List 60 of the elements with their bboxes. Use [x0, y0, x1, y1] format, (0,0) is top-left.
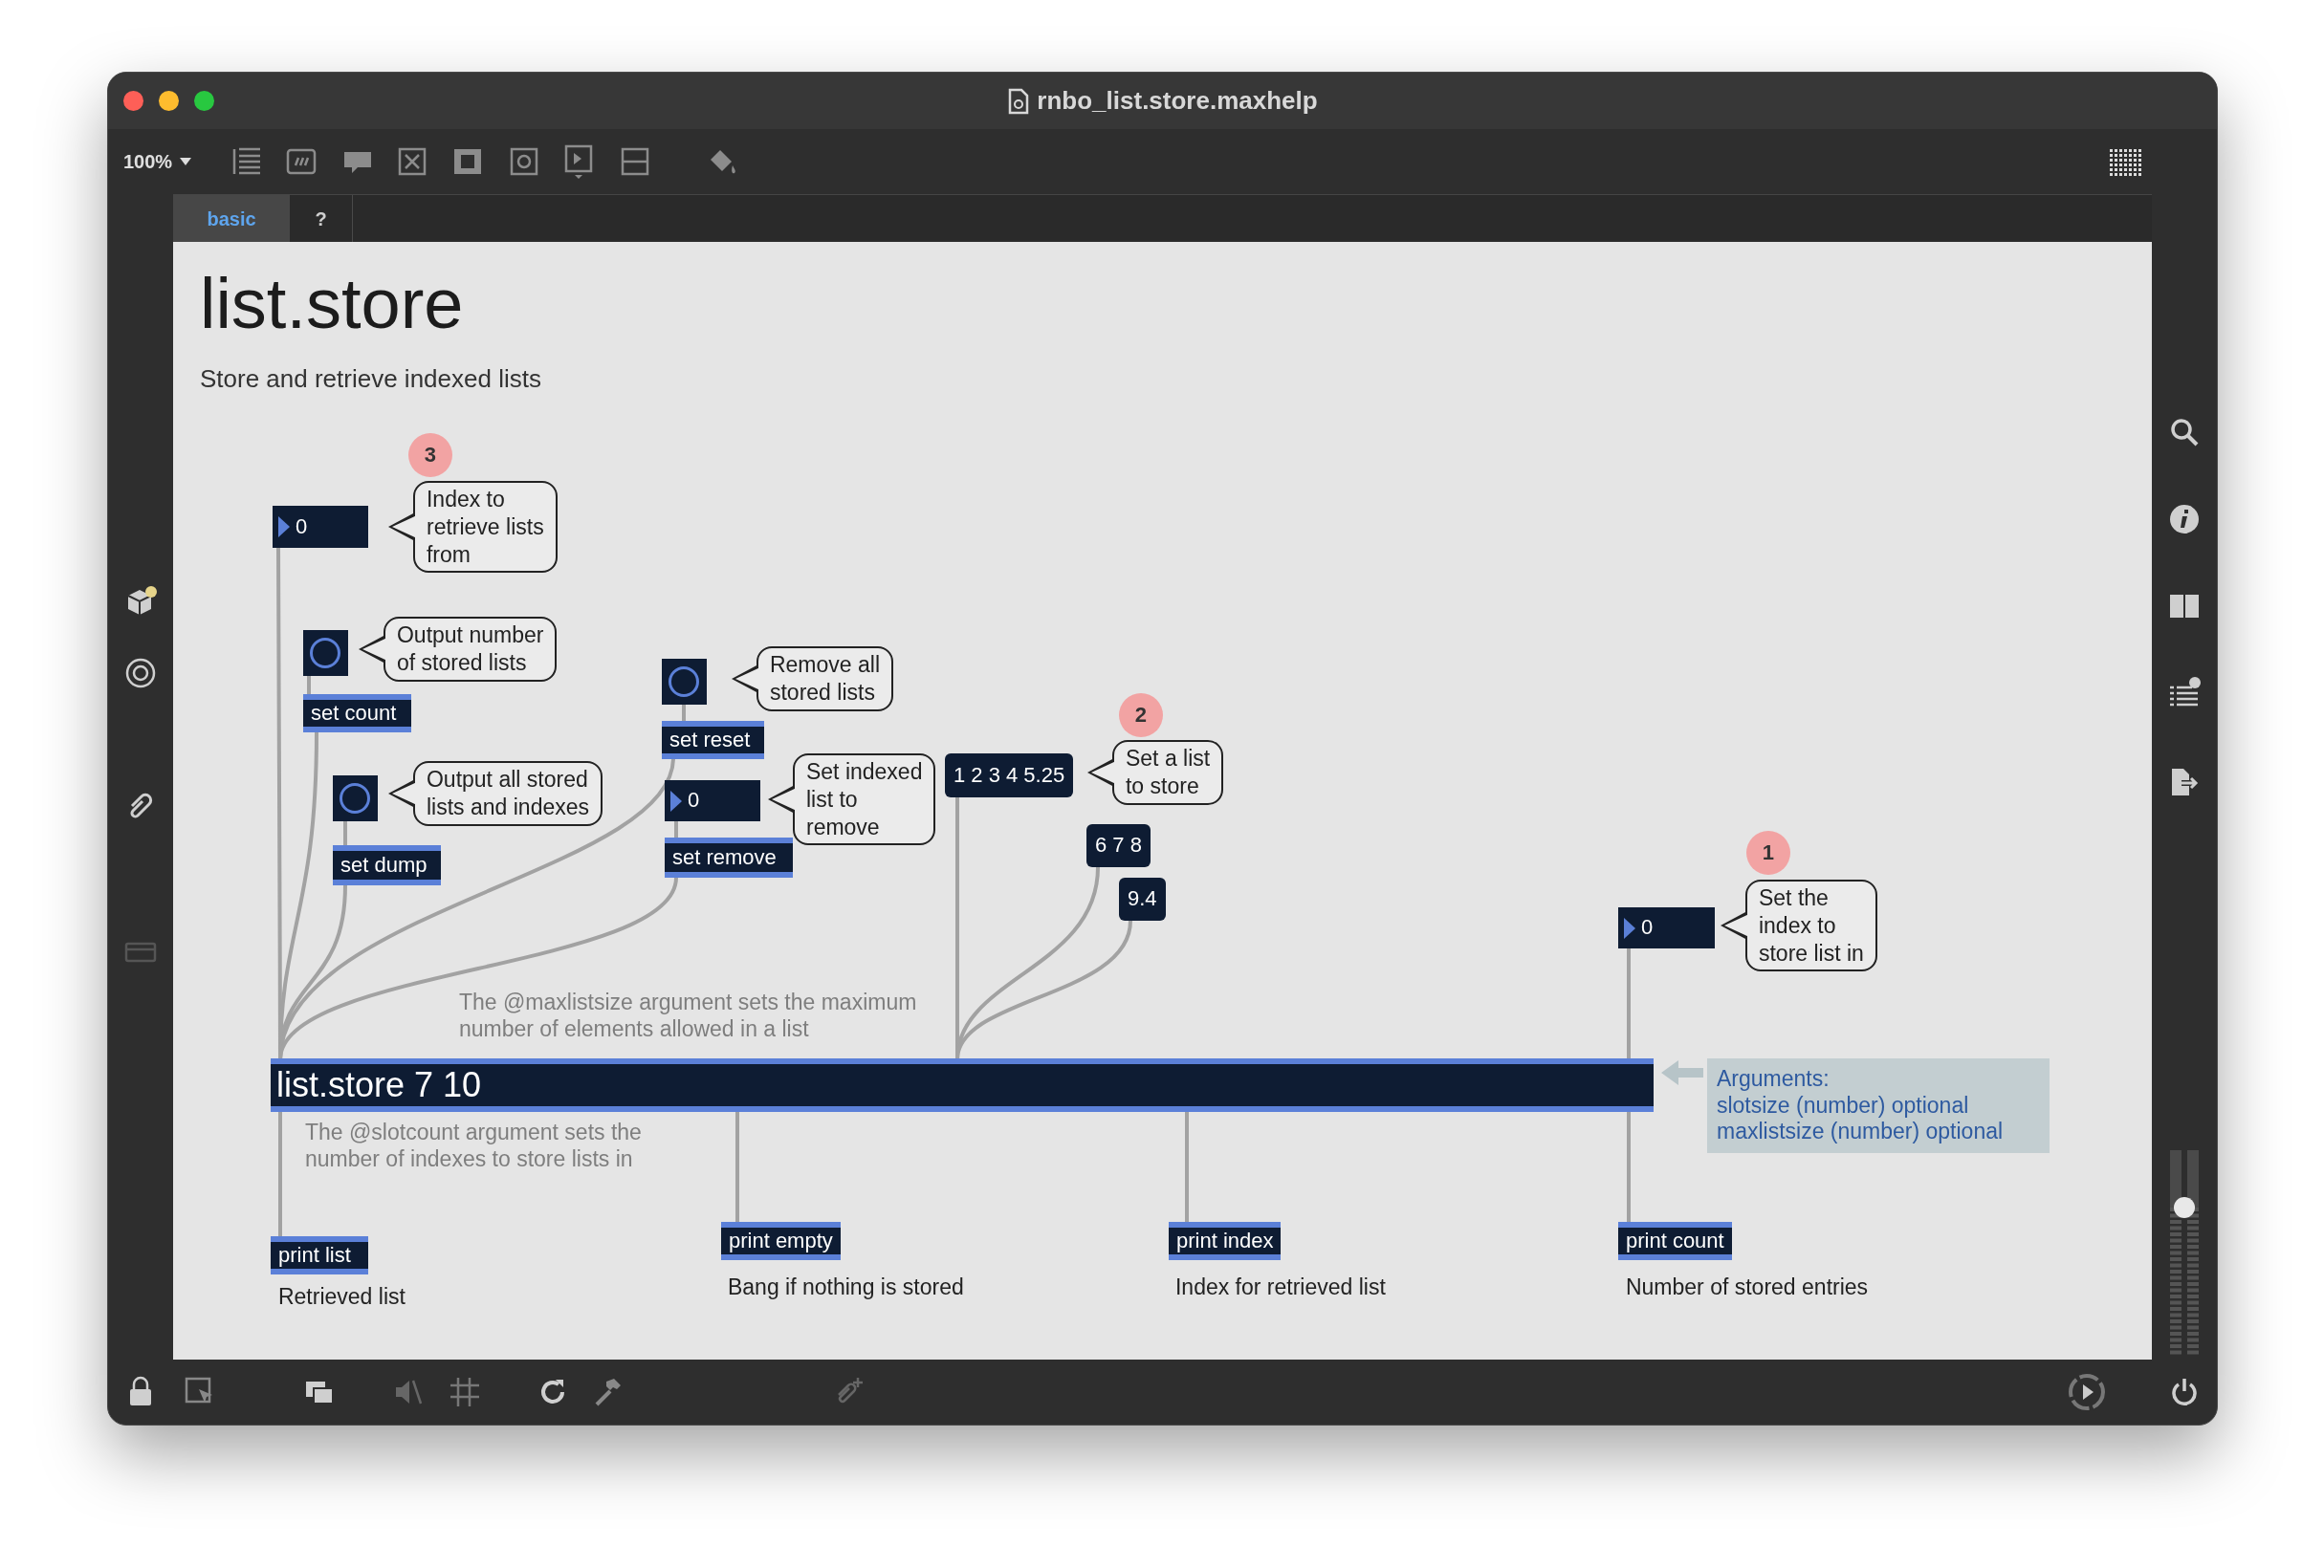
close-button[interactable]	[123, 91, 143, 111]
callout: Set the index to store list in	[1720, 880, 1877, 972]
patcher-object[interactable]: print list	[270, 1236, 368, 1274]
number-box[interactable]: 0	[664, 780, 760, 821]
message-icon[interactable]	[286, 146, 318, 177]
patcher-object[interactable]: set remove	[664, 838, 793, 878]
target-icon[interactable]	[124, 657, 157, 689]
bang-button[interactable]	[332, 775, 378, 821]
patcher-subtitle: Store and retrieve indexed lists	[199, 364, 541, 395]
note-text: The @slotcount argument sets the number of indexes to store lists in	[304, 1120, 642, 1173]
message-object[interactable]: 9.4	[1118, 878, 1166, 921]
patcher-object[interactable]: set reset	[661, 721, 764, 759]
callout: Set a list to store	[1086, 740, 1224, 805]
patch-cord	[306, 676, 311, 694]
play-icon[interactable]	[563, 143, 595, 180]
grid-lines-icon[interactable]	[449, 1376, 481, 1408]
number-badge: 3	[407, 433, 452, 477]
arguments-note: Arguments: slotsize (number) optional maxlistsize (number) optional	[1706, 1058, 2050, 1153]
bang-icon[interactable]	[509, 146, 540, 177]
patcher-object[interactable]: list.store 7 10	[270, 1058, 1654, 1112]
number-badge: 2	[1118, 693, 1163, 737]
play-circle-icon[interactable]	[2067, 1372, 2107, 1412]
list-icon[interactable]	[2168, 676, 2201, 708]
bang-button[interactable]	[661, 659, 707, 705]
tab[interactable]: basic	[173, 195, 290, 242]
volume-slider[interactable]	[2170, 1150, 2199, 1358]
arrow-icon	[1660, 1060, 1703, 1085]
comment-text: Retrieved list	[277, 1284, 406, 1311]
message-object[interactable]: 1 2 3 4 5.25	[944, 753, 1074, 797]
panel-icon[interactable]	[231, 146, 263, 177]
patcher-object[interactable]: print empty	[720, 1222, 841, 1260]
callout: Output all stored lists and indexes	[387, 761, 603, 826]
document-icon	[1008, 87, 1030, 115]
comment-text: Bang if nothing is stored	[727, 1274, 964, 1301]
slider-icon[interactable]	[620, 146, 651, 177]
caret-icon[interactable]	[180, 157, 192, 166]
comment-text: Number of stored entries	[1625, 1274, 1869, 1301]
zoom-level[interactable]: 100%	[123, 147, 173, 176]
callout: Output number of stored lists	[358, 617, 558, 682]
bang-button[interactable]	[302, 630, 348, 676]
window-title: rnbo_list.store.maxhelp	[1037, 85, 1318, 117]
number-box[interactable]: 0	[272, 506, 368, 548]
minimize-button[interactable]	[159, 91, 179, 111]
search-icon[interactable]	[2168, 416, 2201, 448]
patcher-object[interactable]: print count	[1617, 1222, 1732, 1260]
number-badge: 1	[1745, 831, 1790, 875]
info-icon[interactable]	[2168, 503, 2201, 535]
number-box[interactable]: 0	[1617, 907, 1715, 948]
patcher-object[interactable]: set count	[302, 694, 411, 732]
callout: Remove all stored lists	[731, 646, 893, 711]
callout: Index to retrieve lists from	[387, 481, 558, 574]
patcher-object[interactable]: set dump	[332, 845, 441, 885]
message-object[interactable]: 6 7 8	[1085, 824, 1151, 867]
patcher-object[interactable]: print index	[1168, 1222, 1282, 1260]
note-text: The @maxlistsize argument sets the maximum number of elements allowed in a list	[458, 990, 917, 1043]
patch-cord	[681, 705, 686, 721]
zoom-button[interactable]	[194, 91, 214, 111]
toggle-icon[interactable]	[397, 146, 428, 177]
patcher-title: list.store	[199, 265, 464, 343]
comment-text: Index for retrieved list	[1174, 1274, 1386, 1301]
